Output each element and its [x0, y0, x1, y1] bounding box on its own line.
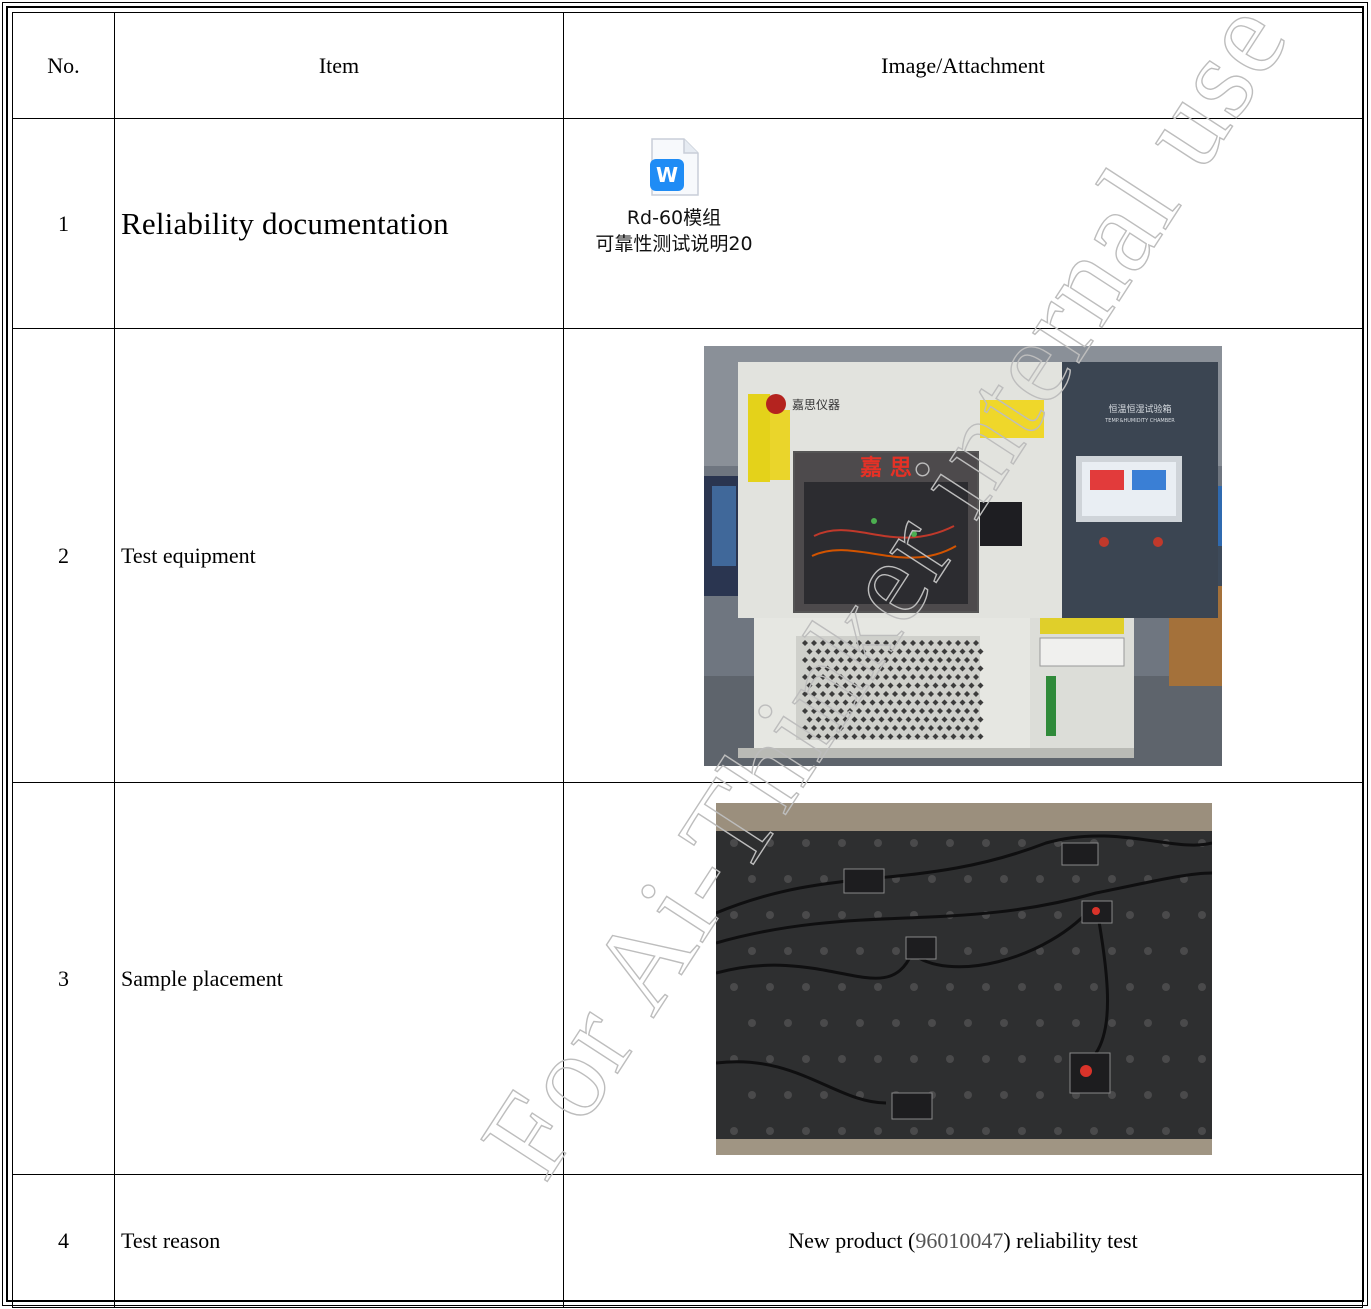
attachment-cell: W Rd-60模组 可靠性测试说明20: [563, 118, 1363, 329]
svg-text:TEMP.&HUMIDITY CHAMBER: TEMP.&HUMIDITY CHAMBER: [1104, 418, 1175, 424]
row-item: Reliability documentation: [114, 118, 564, 329]
row-number: 3: [12, 782, 115, 1175]
attachment-cell: [563, 782, 1363, 1175]
sample-placement-photo: [716, 802, 1212, 1155]
header-no: No.: [12, 12, 115, 119]
report-table: No. Item Image/Attachment 1 Reliability …: [12, 12, 1363, 1308]
table-row: 2 Test equipment 嘉思仪器 嘉 思 恒温恒湿试验箱 TEMP.&…: [12, 328, 1363, 783]
test-reason-text: New product (96010047) reliability test: [563, 1174, 1363, 1308]
svg-text:嘉 思: 嘉 思: [860, 456, 912, 481]
table-row: 4 Test reason New product (96010047) rel…: [12, 1174, 1363, 1308]
row-number: 4: [12, 1174, 115, 1308]
table-header-row: No. Item Image/Attachment: [12, 12, 1363, 119]
header-item: Item: [114, 12, 564, 119]
svg-text:恒温恒湿试验箱: 恒温恒湿试验箱: [1108, 403, 1171, 415]
word-document-icon[interactable]: W: [648, 137, 700, 197]
header-attachment: Image/Attachment: [563, 12, 1363, 119]
document-frame: No. Item Image/Attachment 1 Reliability …: [0, 0, 1371, 1309]
table-row: 3 Sample placement: [12, 782, 1363, 1175]
part-number: 96010047: [915, 1228, 1004, 1253]
file-name: Rd-60模组 可靠性测试说明20: [595, 207, 753, 255]
row-number: 2: [12, 328, 115, 783]
test-chamber-photo: 嘉思仪器 嘉 思 恒温恒湿试验箱 TEMP.&HUMIDITY CHAMBER: [704, 345, 1222, 766]
svg-text:W: W: [656, 163, 678, 187]
table-row: 1 Reliability documentation W Rd-60模组 可靠…: [12, 118, 1363, 329]
attachment-cell: 嘉思仪器 嘉 思 恒温恒湿试验箱 TEMP.&HUMIDITY CHAMBER: [563, 328, 1363, 783]
attached-file[interactable]: W Rd-60模组 可靠性测试说明20: [564, 137, 784, 257]
row-number: 1: [12, 118, 115, 329]
row-item: Sample placement: [114, 782, 564, 1175]
svg-text:嘉思仪器: 嘉思仪器: [792, 398, 840, 412]
row-item: Test reason: [114, 1174, 564, 1308]
row-item: Test equipment: [114, 328, 564, 783]
